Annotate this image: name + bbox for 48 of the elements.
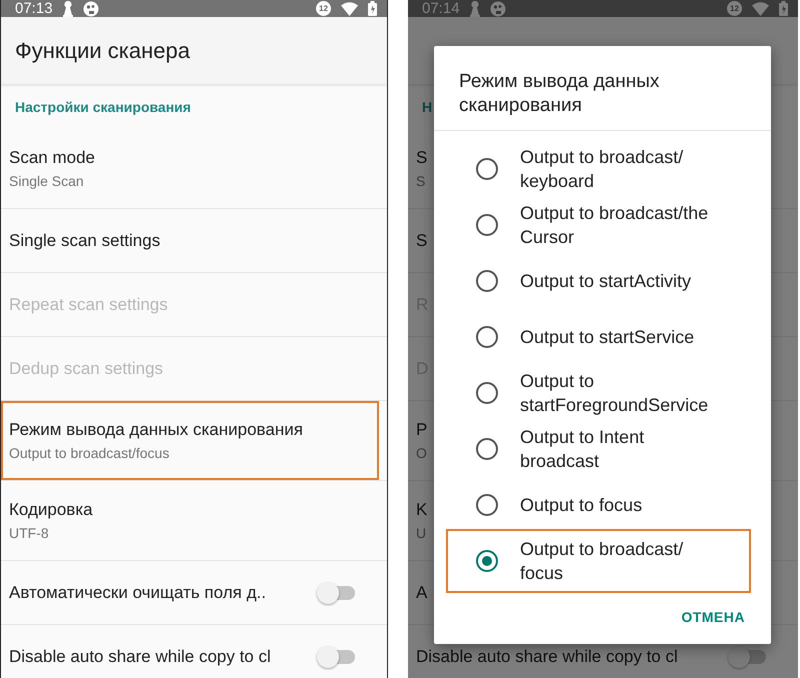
- toggle-switch[interactable]: [728, 646, 766, 668]
- screen-title: Функции сканера: [15, 38, 190, 64]
- option-label[interactable]: Output to startActivity: [520, 269, 692, 293]
- setting-title: S: [416, 148, 428, 168]
- option-label[interactable]: Output to broadcast/the Cursor: [520, 201, 716, 249]
- option-label[interactable]: Output to startService: [520, 325, 694, 349]
- setting-title: K: [416, 500, 428, 520]
- setting-summary: S: [416, 173, 426, 189]
- setting-summary: Output to broadcast/focus: [9, 445, 170, 461]
- setting-title: Disable auto share while copy to cl: [9, 647, 271, 667]
- setting-title: Scan mode: [9, 148, 95, 168]
- radio-button[interactable]: [476, 382, 498, 404]
- setting-title: Disable auto share while copy to cl: [416, 647, 678, 667]
- setting-title: Режим вывода данных сканирования: [9, 420, 303, 440]
- category-header: Настройки сканирования: [15, 98, 191, 114]
- radio-button[interactable]: [476, 438, 498, 460]
- dialog-title: Режим вывода данных сканирования: [434, 46, 771, 131]
- radio-button[interactable]: [476, 214, 498, 236]
- radio-button[interactable]: [476, 550, 498, 572]
- option-label[interactable]: Output to broadcast/ keyboard: [520, 145, 716, 193]
- toggle-switch[interactable]: [317, 582, 355, 604]
- setting-title: Repeat scan settings: [9, 294, 168, 314]
- clock-time: 07:13: [15, 0, 53, 17]
- setting-title: Автоматически очищать поля д..: [9, 582, 266, 602]
- setting-title: S: [416, 230, 428, 250]
- clock-time: 07:14: [422, 0, 460, 17]
- setting-summary: Single Scan: [9, 173, 84, 189]
- cancel-button[interactable]: ОТМЕНА: [679, 603, 747, 631]
- setting-summary: U: [416, 525, 426, 541]
- option-label[interactable]: Output to startForegroundService: [520, 369, 716, 417]
- option-label[interactable]: Output to broadcast/ focus: [520, 537, 716, 585]
- setting-title: A: [416, 582, 428, 602]
- radio-button[interactable]: [476, 326, 498, 348]
- setting-title: P: [416, 420, 428, 440]
- category-header: Н: [422, 98, 432, 114]
- notification-count: 12: [316, 1, 331, 16]
- option-label[interactable]: Output to focus: [520, 493, 642, 517]
- radio-button[interactable]: [476, 494, 498, 516]
- radio-button[interactable]: [476, 270, 498, 292]
- setting-summary: O: [416, 445, 427, 461]
- option-label[interactable]: Output to Intent broadcast: [520, 425, 716, 473]
- notification-count: 12: [727, 1, 742, 16]
- setting-title: Single scan settings: [9, 230, 160, 250]
- setting-summary: UTF-8: [9, 525, 49, 541]
- setting-title: Dedup scan settings: [9, 358, 164, 378]
- radio-button[interactable]: [476, 158, 498, 180]
- toggle-switch[interactable]: [317, 646, 355, 668]
- setting-title: Кодировка: [9, 500, 93, 520]
